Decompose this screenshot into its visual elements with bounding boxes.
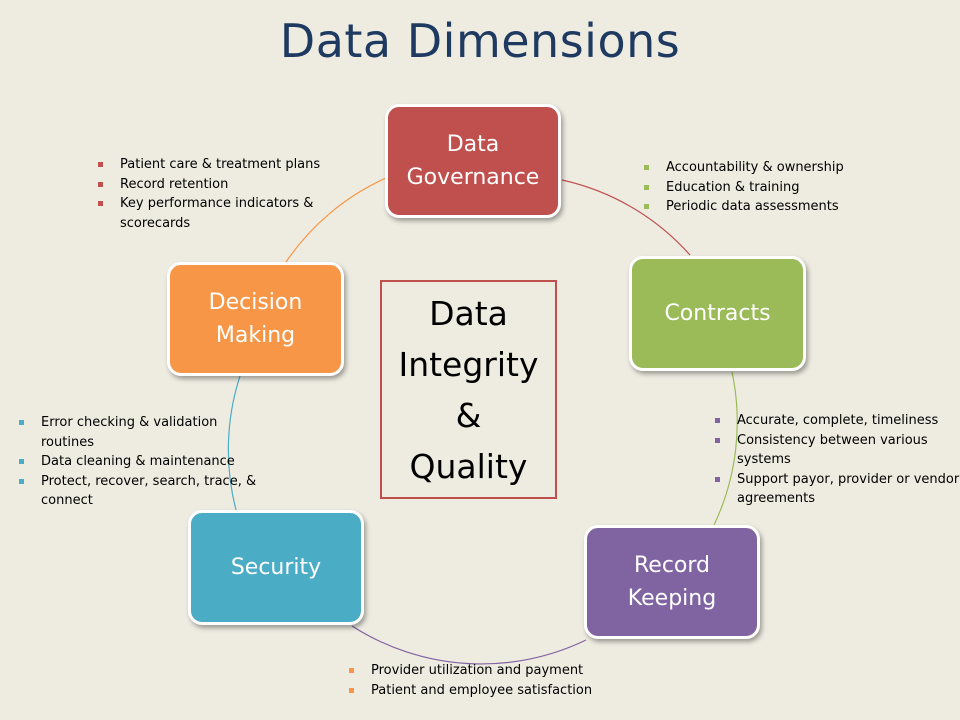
node-security-label: Security	[230, 555, 322, 580]
bullet-item: Patient care & treatment plans	[96, 155, 346, 175]
node-security: Security	[188, 510, 364, 625]
node-contracts: Contracts	[629, 256, 806, 371]
bullet-item: Consistency between various systems	[713, 431, 960, 470]
bullet-item: Record retention	[96, 175, 346, 195]
arc-record-keeping-to-security	[351, 625, 587, 665]
contracts-bullets: Accurate, complete, timeliness Consisten…	[713, 411, 960, 509]
data-governance-bullets: Accountability & ownership Education & t…	[642, 158, 902, 217]
bullet-item: Patient and employee satisfaction	[347, 681, 637, 701]
bullet-item: Support payor, provider or vendor agreem…	[713, 470, 960, 509]
page-title: Data Dimensions	[279, 14, 681, 68]
node-decision-making-label: Decision Making	[208, 290, 303, 348]
record-keeping-bullets: Provider utilization and payment Patient…	[347, 661, 637, 700]
bullet-item: Data cleaning & maintenance	[17, 452, 267, 472]
bullet-item: Protect, recover, search, trace, & conne…	[17, 472, 267, 511]
node-record-keeping: Record Keeping	[584, 525, 760, 639]
decision-making-bullets: Patient care & treatment plans Record re…	[96, 155, 346, 233]
bullet-item: Education & training	[642, 178, 902, 198]
security-bullets: Error checking & validation routines Dat…	[17, 413, 267, 511]
bullet-item: Error checking & validation routines	[17, 413, 267, 452]
node-decision-making: Decision Making	[167, 262, 344, 376]
node-data-governance-label: Data Governance	[406, 132, 540, 190]
bullet-item: Provider utilization and payment	[347, 661, 637, 681]
node-data-governance: Data Governance	[385, 104, 561, 218]
slide: Data Dimensions Data Integrity & Quality…	[0, 0, 960, 720]
center-data-integrity-box: Data Integrity & Quality	[380, 280, 557, 499]
center-label: Data Integrity & Quality	[398, 293, 539, 486]
node-contracts-label: Contracts	[664, 301, 771, 326]
bullet-item: Periodic data assessments	[642, 197, 902, 217]
bullet-item: Key performance indicators & scorecards	[96, 194, 346, 233]
bullet-item: Accountability & ownership	[642, 158, 902, 178]
bullet-item: Accurate, complete, timeliness	[713, 411, 960, 431]
node-record-keeping-label: Record Keeping	[627, 553, 717, 611]
